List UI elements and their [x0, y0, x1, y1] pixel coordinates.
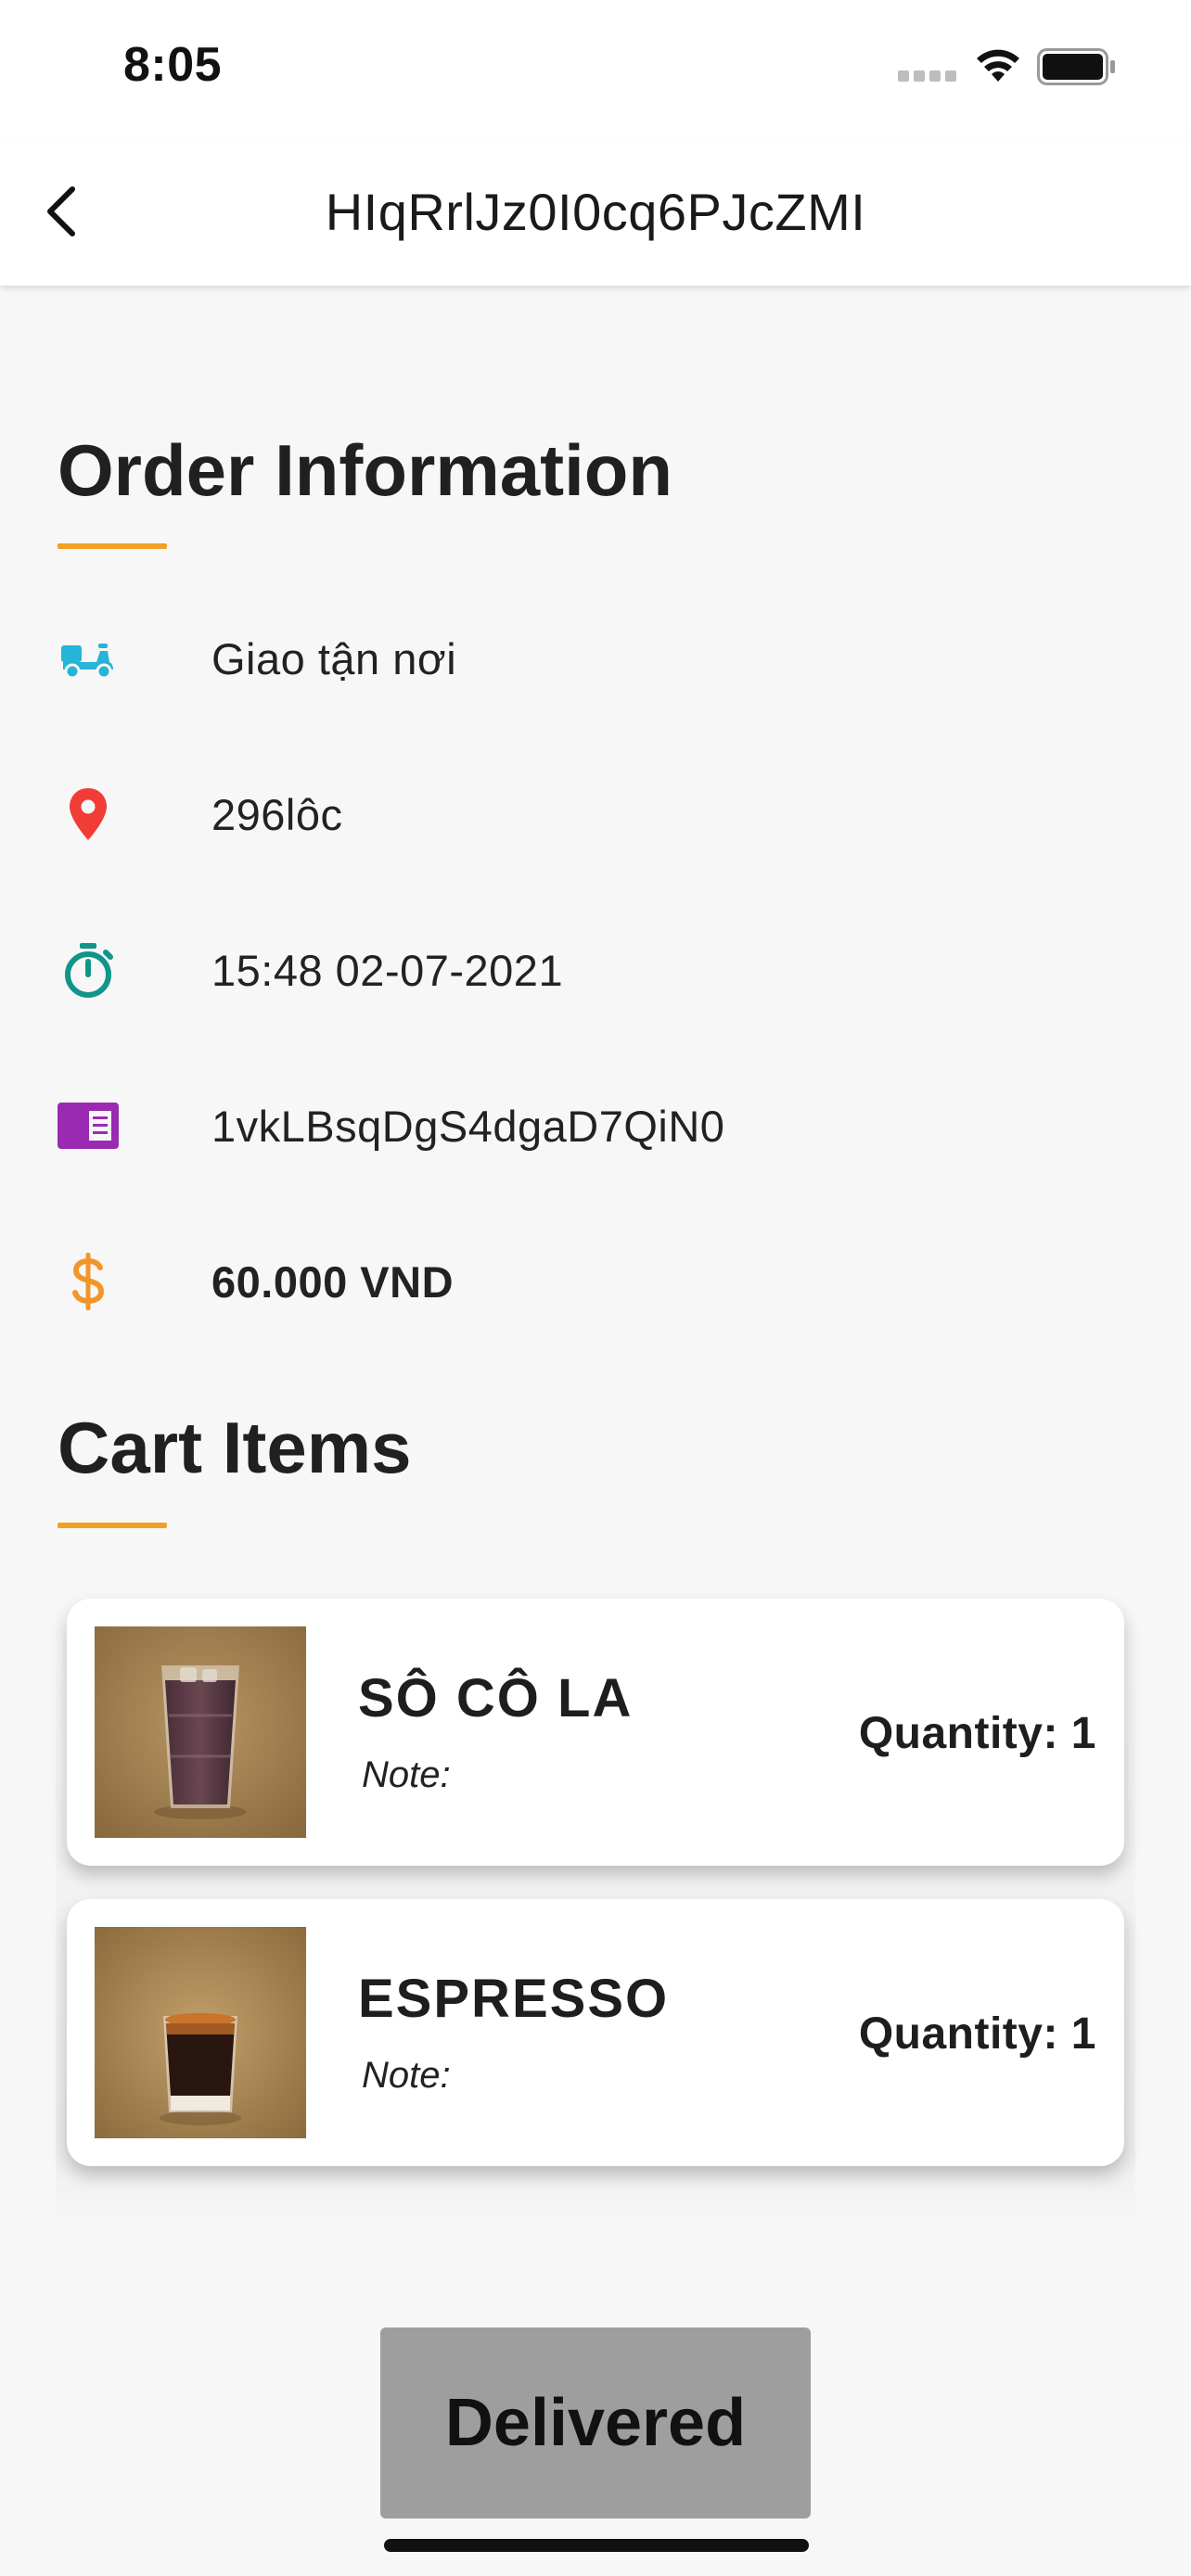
- chocolate-drink-photo: [95, 1626, 306, 1838]
- heading-underline: [58, 543, 167, 549]
- address-row: 296lôc: [58, 768, 1133, 861]
- order-information-heading: Order Information: [58, 429, 673, 511]
- cellular-dots-icon: [898, 70, 957, 82]
- cart-item-note: Note:: [362, 2055, 451, 2096]
- navigation-bar: HIqRrlJz0I0cq6PJcZMI: [0, 137, 1191, 286]
- timer-icon: [58, 939, 119, 1001]
- address-text: 296lôc: [211, 789, 343, 839]
- cart-item-card[interactable]: ESPRESSO Note: Quantity: 1: [67, 1899, 1124, 2166]
- cart-item-name: SÔ CÔ LA: [358, 1668, 634, 1728]
- chevron-left-icon: [47, 186, 75, 236]
- order-time-text: 15:48 02-07-2021: [211, 945, 564, 995]
- delivered-button[interactable]: Delivered: [380, 2327, 811, 2519]
- espresso-shot-photo: [95, 1927, 306, 2138]
- cart-item-quantity: Quantity: 1: [858, 1709, 1096, 1758]
- total-amount-text: 60.000 VND: [211, 1256, 455, 1307]
- cart-items-heading: Cart Items: [58, 1407, 412, 1488]
- time-row: 15:48 02-07-2021: [58, 924, 1133, 1016]
- delivery-method-text: Giao tận nơi: [211, 633, 457, 683]
- total-row: 60.000 VND: [58, 1235, 1133, 1328]
- wifi-icon: [977, 49, 1019, 82]
- dollar-icon: [58, 1251, 119, 1312]
- page-title: HIqRrlJz0I0cq6PJcZMI: [325, 182, 866, 241]
- order-id-row: 1vkLBsqDgS4dgaD7QiN0: [58, 1079, 1133, 1172]
- cart-item-note: Note:: [362, 1754, 451, 1795]
- battery-icon: [1037, 48, 1115, 85]
- status-time: 8:05: [123, 38, 223, 92]
- cart-item-card[interactable]: SÔ CÔ LA Note: Quantity: 1: [67, 1599, 1124, 1866]
- back-button[interactable]: [32, 174, 91, 249]
- delivery-method-row: Giao tận nơi: [58, 612, 1133, 705]
- status-bar: 8:05: [0, 0, 1191, 137]
- home-indicator[interactable]: [384, 2539, 809, 2552]
- location-pin-icon: [58, 784, 119, 845]
- order-id-text: 1vkLBsqDgS4dgaD7QiN0: [211, 1101, 725, 1151]
- heading-underline: [58, 1523, 167, 1528]
- receipt-card-icon: [58, 1095, 119, 1156]
- cart-item-quantity: Quantity: 1: [858, 2009, 1096, 2059]
- cart-item-name: ESPRESSO: [358, 1969, 670, 2029]
- delivery-scooter-icon: [58, 628, 119, 689]
